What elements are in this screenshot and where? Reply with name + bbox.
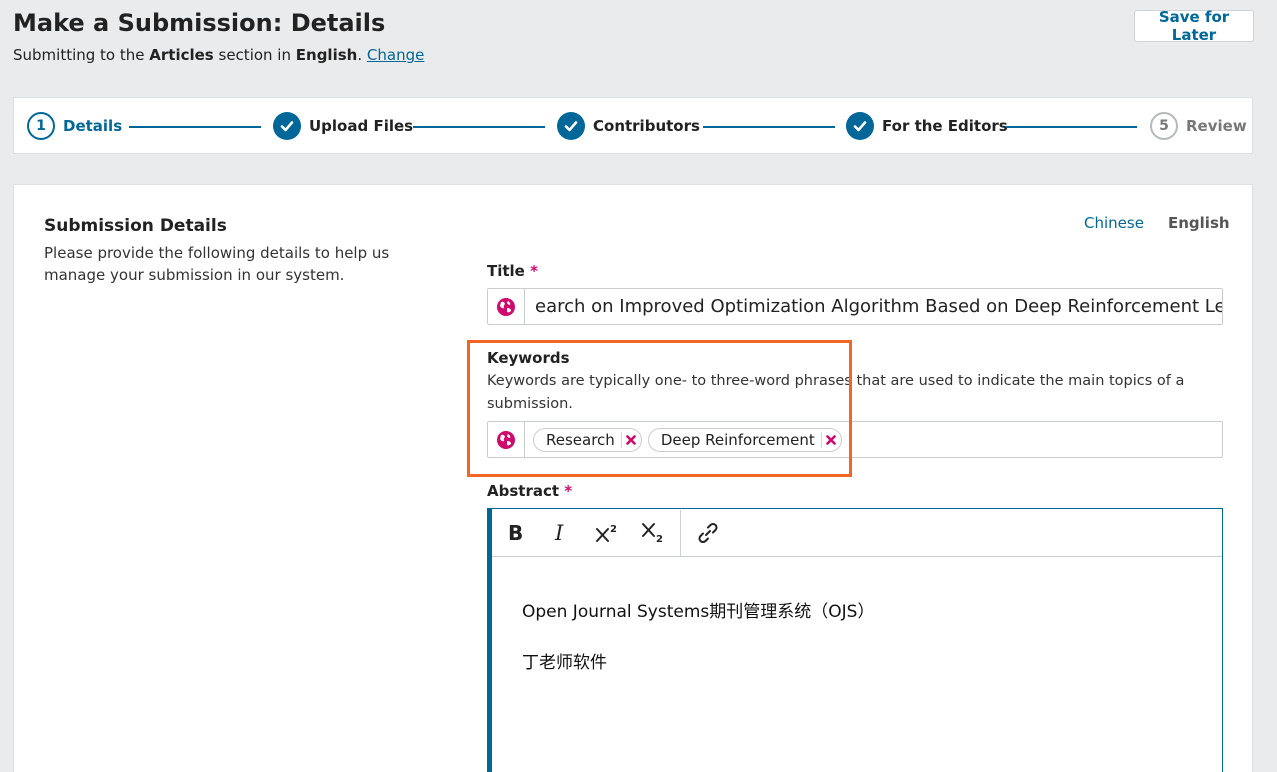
title-field[interactable]: earch on Improved Optimization Algorithm…: [487, 288, 1223, 325]
step-connector: [413, 126, 545, 128]
keywords-highlight-box: [467, 340, 852, 477]
abstract-editor[interactable]: B I 2 2 Open Journal Systems期刊管理系统（OJS）: [487, 508, 1223, 772]
svg-text:B: B: [508, 522, 523, 544]
required-mark: *: [530, 262, 538, 280]
section-mid: section in: [218, 46, 291, 64]
step-details[interactable]: 1 Details: [27, 111, 122, 141]
submitting-prefix: Submitting to the: [13, 46, 145, 64]
editor-toolbar: B I 2 2: [492, 509, 1222, 557]
abstract-label: Abstract *: [487, 482, 572, 500]
toolbar-separator: [680, 509, 681, 556]
submission-language: English: [295, 46, 358, 64]
link-icon[interactable]: [685, 513, 731, 553]
step-for-the-editors[interactable]: For the Editors: [846, 111, 1008, 141]
step-connector: [129, 126, 261, 128]
step-label: Contributors: [593, 117, 700, 135]
svg-text:I: I: [554, 522, 564, 544]
lang-tab-chinese[interactable]: Chinese: [1084, 214, 1144, 232]
required-mark: *: [564, 482, 573, 500]
superscript-icon[interactable]: 2: [584, 513, 630, 553]
section-description: Please provide the following details to …: [44, 244, 390, 284]
check-icon: [273, 112, 301, 140]
italic-icon[interactable]: I: [538, 513, 584, 553]
submission-context: Submitting to the Articles section in En…: [13, 46, 424, 64]
step-label: Details: [63, 117, 123, 135]
submission-details-panel: Submission Details Please provide the fo…: [13, 184, 1253, 772]
lang-tab-english[interactable]: English: [1168, 214, 1230, 232]
bold-icon[interactable]: B: [492, 513, 538, 553]
title-label: Title *: [487, 262, 538, 280]
abstract-paragraph: 丁老师软件: [522, 653, 607, 673]
step-label: Review: [1186, 117, 1247, 135]
period: .: [357, 46, 363, 64]
submission-steps: 1 Details Upload Files Contributors For …: [13, 97, 1253, 154]
page-title: Make a Submission: Details: [13, 9, 386, 37]
abstract-label-text: Abstract: [487, 482, 560, 500]
abstract-paragraph: Open Journal Systems期刊管理系统（OJS）: [522, 602, 875, 622]
step-label: For the Editors: [882, 117, 1008, 135]
step-connector: [1006, 126, 1137, 128]
step-number: 1: [27, 112, 55, 140]
save-for-later-button[interactable]: Save for Later: [1134, 8, 1254, 44]
step-contributors[interactable]: Contributors: [557, 111, 700, 141]
step-review[interactable]: 5 Review: [1150, 111, 1247, 141]
title-input-value: earch on Improved Optimization Algorithm…: [535, 296, 1223, 317]
step-upload-files[interactable]: Upload Files: [273, 111, 413, 141]
globe-icon: [488, 289, 525, 324]
section-name: Articles: [149, 46, 214, 64]
change-link[interactable]: Change: [367, 46, 424, 64]
step-connector: [703, 126, 835, 128]
title-label-text: Title: [487, 262, 525, 280]
step-label: Upload Files: [309, 117, 414, 135]
step-number: 5: [1150, 112, 1178, 140]
section-heading: Submission Details: [44, 216, 227, 236]
editor-content[interactable]: Open Journal Systems期刊管理系统（OJS） 丁老师软件: [492, 557, 1222, 673]
check-icon: [846, 112, 874, 140]
svg-text:2: 2: [656, 534, 663, 545]
svg-text:2: 2: [610, 524, 617, 535]
subscript-icon[interactable]: 2: [630, 513, 676, 553]
check-icon: [557, 112, 585, 140]
